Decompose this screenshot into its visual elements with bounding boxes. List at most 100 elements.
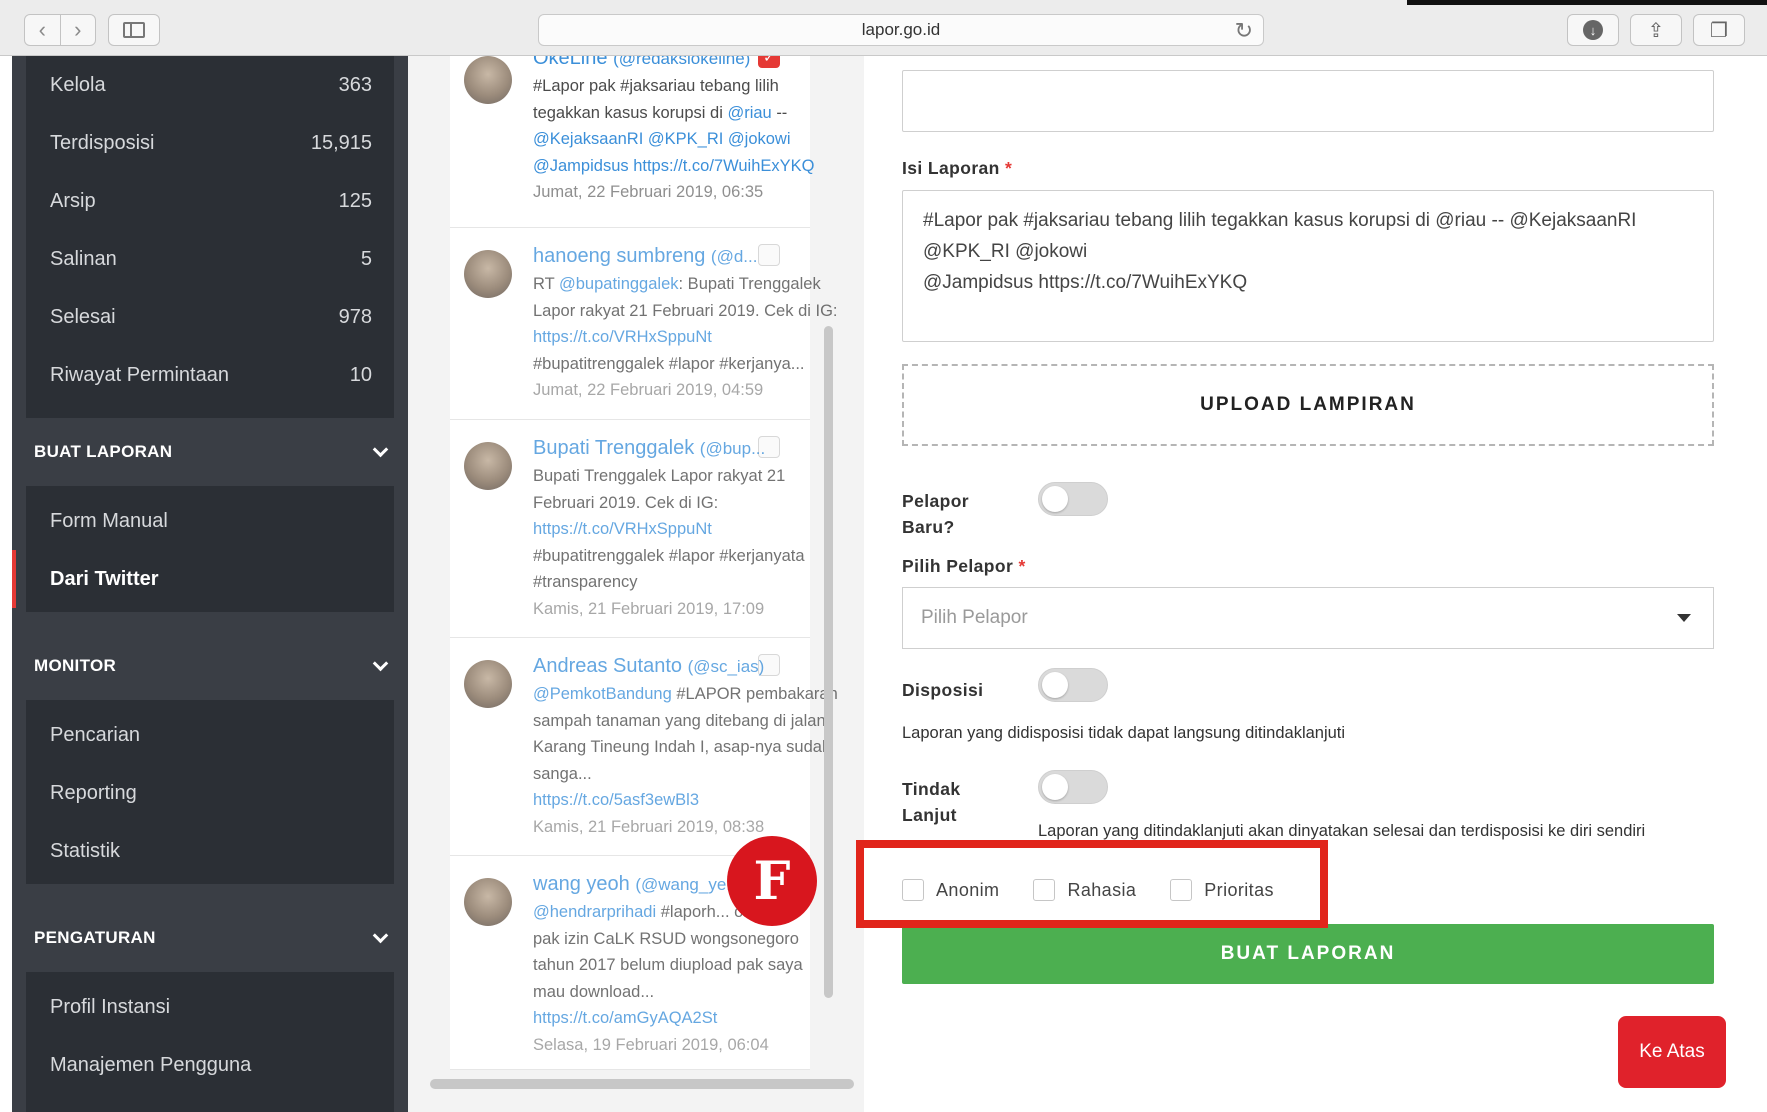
tweet-time: Kamis, 21 Februari 2019, 08:38 [533, 817, 765, 836]
sidebar-group-status: Kelola 363 Terdisposisi 15,915 Arsip 125… [26, 56, 394, 418]
tweet-text: #Lapor pak #jaksariau tebang lilih tegak… [533, 77, 788, 122]
sidebar-group-pengaturan: Profil Instansi Manajemen Pengguna [26, 972, 394, 1112]
annotation-badge: F [727, 836, 817, 926]
isi-laporan-value: #Lapor pak #jaksariau tebang lilih tegak… [923, 210, 1637, 293]
sidebar-item-count: 978 [338, 305, 372, 328]
sidebar-item-arsip[interactable]: Arsip 125 [26, 172, 394, 230]
url-text: lapor.go.id [861, 20, 941, 39]
address-bar[interactable]: lapor.go.id ↻ [538, 14, 1264, 46]
sidebar-item-label: Form Manual [50, 509, 168, 532]
tweet-item[interactable]: ✓ OkeLine (@redaksiokeline) #Lapor pak #… [450, 56, 814, 228]
tweet-item[interactable]: Andreas Sutanto (@sc_ias) @PemkotBandung… [450, 638, 838, 856]
tweet-text: RT @bupatinggalek: Bupati Trenggalek Lap… [533, 275, 838, 320]
download-button[interactable]: ↓ [1567, 14, 1619, 46]
tweet-tags: #bupatitrenggalek #lapor #kerjanya... [533, 354, 805, 373]
sidebar-item-dari-twitter[interactable]: Dari Twitter [12, 550, 394, 608]
tweet-text-continued: pak izin CaLK RSUD wongsonegoro tahun 20… [533, 929, 803, 1001]
share-button[interactable]: ⇪ [1630, 14, 1682, 46]
report-form: Isi Laporan * #Lapor pak #jaksariau teba… [864, 56, 1767, 1112]
tweet-author[interactable]: OkeLine (@redaksiokeline) [533, 56, 838, 73]
sidebar-item-salinan[interactable]: Salinan 5 [26, 230, 394, 288]
tweet-time: Selasa, 19 Februari 2019, 06:04 [533, 1035, 769, 1054]
section-buat-laporan[interactable]: BUAT LAPORAN [12, 418, 408, 486]
tindak-lanjut-label: Tindak Lanjut [902, 779, 961, 825]
sidebar-item-profil-instansi[interactable]: Profil Instansi [26, 978, 394, 1036]
avatar [464, 878, 512, 926]
top-edge-bar [1407, 0, 1767, 5]
sidebar-item-count: 125 [338, 189, 372, 212]
disposisi-help-text: Laporan yang didisposisi tidak dapat lan… [902, 724, 1346, 742]
tweet-tags: #bupatitrenggalek #lapor #kerjanyata #tr… [533, 546, 805, 592]
avatar [464, 660, 512, 708]
chevron-down-icon [372, 441, 389, 457]
sidebar-item-label: Dari Twitter [50, 567, 159, 590]
sidebar-item-terdisposisi[interactable]: Terdisposisi 15,915 [26, 114, 394, 172]
share-icon: ⇪ [1647, 19, 1665, 42]
tweet-author[interactable]: Bupati Trenggalek (@bup... [533, 434, 838, 463]
tindak-lanjut-toggle[interactable] [1038, 770, 1108, 804]
reload-icon[interactable]: ↻ [1235, 18, 1253, 44]
sidebar-item-count: 5 [360, 247, 372, 270]
pelapor-baru-toggle[interactable] [1038, 482, 1108, 516]
sidebar-toggle-button[interactable] [108, 14, 160, 46]
tweet-list-horizontal-scrollbar[interactable] [430, 1079, 854, 1089]
history-buttons: ‹ › [24, 14, 96, 46]
sidebar-item-manajemen-pengguna[interactable]: Manajemen Pengguna [26, 1036, 394, 1094]
browser-toolbar: ‹ › lapor.go.id ↻ ↓ ⇪ ❐ [0, 0, 1767, 56]
tweet-link[interactable]: https://t.co/5asf3ewBl3 [533, 787, 838, 814]
tweet-author[interactable]: Andreas Sutanto (@sc_ias) [533, 652, 838, 681]
sidebar-item-label: Manajemen Pengguna [50, 1053, 252, 1076]
sidebar-item-reporting[interactable]: Reporting [26, 764, 394, 822]
tweet-item[interactable]: Bupati Trenggalek (@bup... Bupati Trengg… [450, 420, 810, 638]
tweet-link[interactable]: https://t.co/VRHxSppuNt [533, 516, 838, 543]
tweet-author[interactable]: hanoeng sumbreng (@d... [533, 242, 838, 271]
sidebar-item-form-manual[interactable]: Form Manual [26, 492, 394, 550]
scroll-to-top-button[interactable]: Ke Atas [1618, 1016, 1726, 1088]
sidebar-group-monitor: Pencarian Reporting Statistik [26, 700, 394, 884]
tabs-icon: ❐ [1710, 19, 1728, 42]
tweet-text: Bupati Trenggalek Lapor rakyat 21 Februa… [533, 467, 786, 512]
tweet-content: OkeLine (@redaksiokeline) #Lapor pak #ja… [533, 56, 838, 206]
tweet-link[interactable]: https://t.co/VRHxSppuNt [533, 324, 838, 351]
isi-laporan-textarea[interactable]: #Lapor pak #jaksariau tebang lilih tegak… [902, 190, 1714, 342]
sidebar-item-label: Riwayat Permintaan [50, 363, 229, 386]
disposisi-label: Disposisi [902, 680, 984, 700]
sidebar-item-count: 10 [349, 363, 372, 386]
tweet-list-vertical-scrollbar[interactable] [824, 326, 833, 998]
sidebar-icon [123, 22, 145, 38]
download-icon: ↓ [1583, 20, 1603, 40]
tweet-item[interactable]: hanoeng sumbreng (@d... RT @bupatinggale… [450, 228, 838, 420]
tweet-list[interactable]: ✓ OkeLine (@redaksiokeline) #Lapor pak #… [408, 56, 864, 1112]
tweet-time: Jumat, 22 Februari 2019, 06:35 [533, 183, 764, 201]
sidebar: Kelola 363 Terdisposisi 15,915 Arsip 125… [12, 56, 408, 1112]
sidebar-item-label: Reporting [50, 781, 137, 804]
judul-laporan-input[interactable] [902, 70, 1714, 132]
section-monitor[interactable]: MONITOR [12, 632, 408, 700]
tweet-link[interactable]: @Jampidsus https://t.co/7WuihExYKQ [533, 153, 838, 180]
sidebar-item-riwayat-permintaan[interactable]: Riwayat Permintaan 10 [26, 346, 394, 404]
disposisi-toggle[interactable] [1038, 668, 1108, 702]
chevron-down-icon [372, 655, 389, 671]
sidebar-item-selesai[interactable]: Selesai 978 [26, 288, 394, 346]
tweet-content: hanoeng sumbreng (@d... RT @bupatinggale… [533, 242, 838, 404]
tweet-mentions[interactable]: @KejaksaanRI @KPK_RI @jokowi [533, 126, 838, 153]
tabs-button[interactable]: ❐ [1693, 14, 1745, 46]
section-pengaturan[interactable]: PENGATURAN [12, 904, 408, 972]
buat-laporan-button[interactable]: BUAT LAPORAN [902, 924, 1714, 984]
sidebar-item-label: Salinan [50, 247, 117, 270]
annotation-highlight-box [856, 840, 1328, 928]
tweet-time: Kamis, 21 Februari 2019, 17:09 [533, 599, 765, 618]
forward-icon[interactable]: › [61, 15, 96, 45]
avatar [464, 250, 512, 298]
isi-laporan-label: Isi Laporan * [902, 158, 1013, 178]
tweet-text: @PemkotBandung #LAPOR pembakaran sampah … [533, 685, 838, 783]
tweet-link[interactable]: https://t.co/amGyAQA2St [533, 1005, 838, 1032]
pilih-pelapor-select[interactable]: Pilih Pelapor [902, 587, 1714, 649]
upload-lampiran-button[interactable]: UPLOAD LAMPIRAN [902, 364, 1714, 446]
sidebar-item-kelola[interactable]: Kelola 363 [26, 56, 394, 114]
sidebar-item-label: Arsip [50, 189, 96, 212]
back-icon[interactable]: ‹ [25, 15, 61, 45]
sidebar-item-pencarian[interactable]: Pencarian [26, 706, 394, 764]
tweet-time: Jumat, 22 Februari 2019, 04:59 [533, 381, 764, 399]
sidebar-item-statistik[interactable]: Statistik [26, 822, 394, 880]
